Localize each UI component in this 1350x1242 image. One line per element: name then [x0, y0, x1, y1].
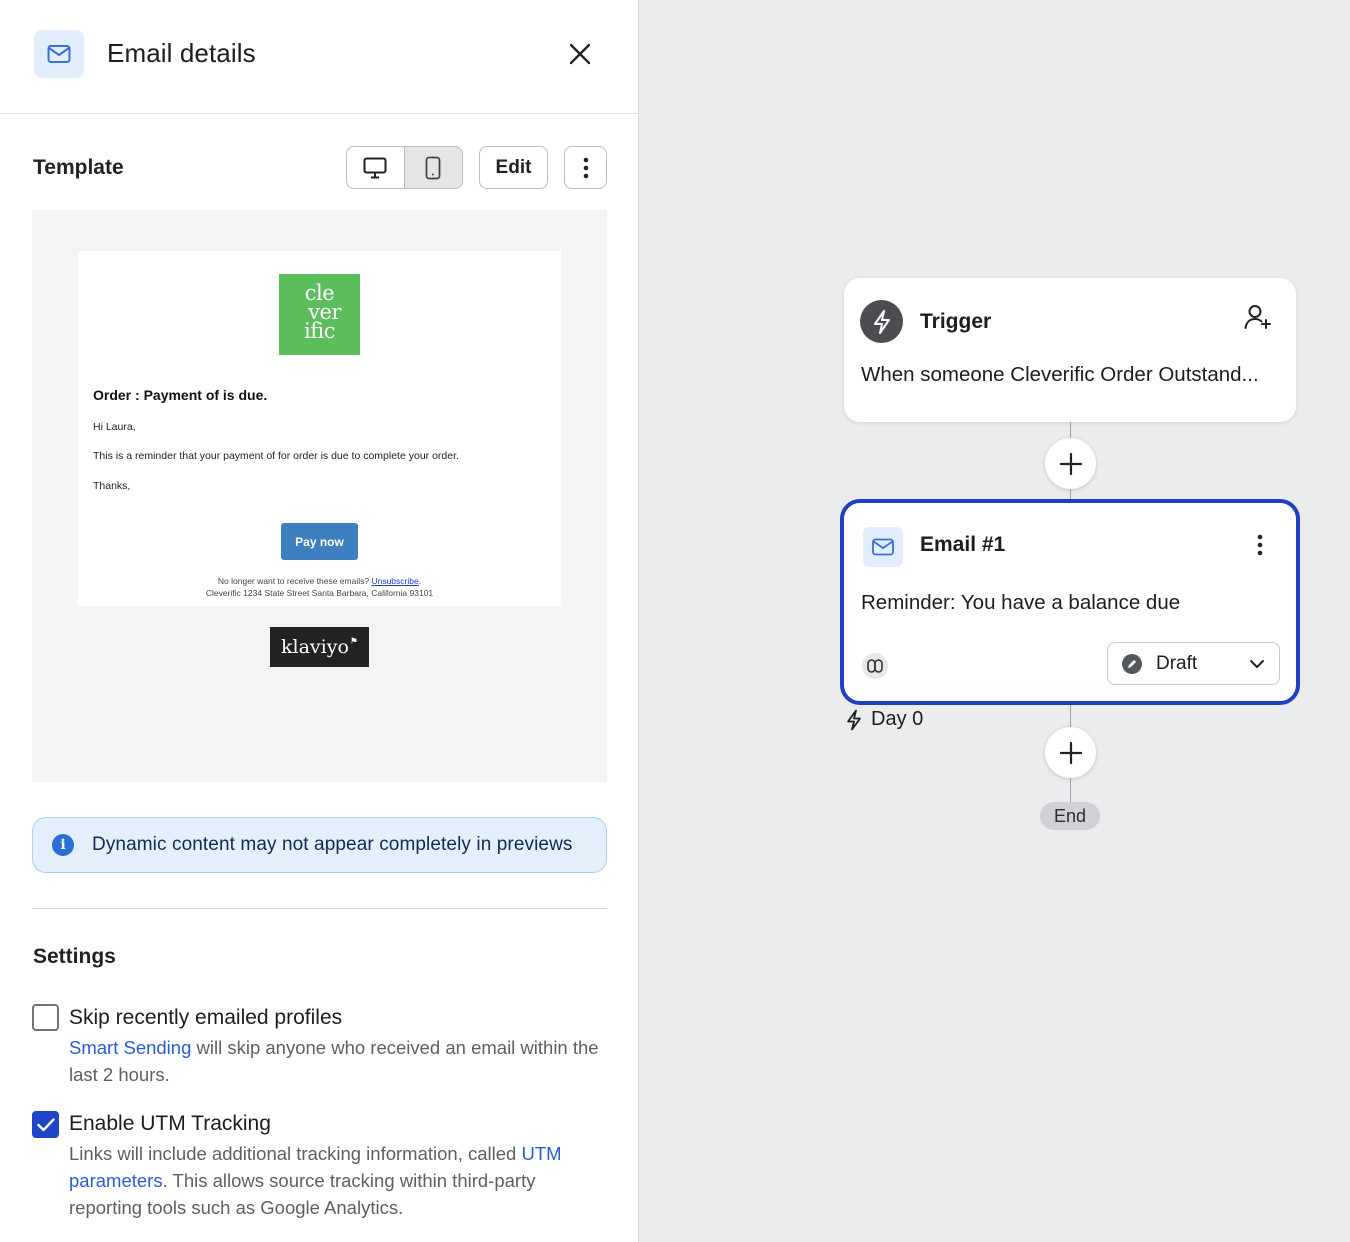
- email-node[interactable]: Email #1 Reminder: You have a balance du…: [840, 499, 1300, 705]
- unsubscribe-link[interactable]: Unsubscribe: [371, 576, 418, 586]
- info-banner: i Dynamic content may not appear complet…: [32, 817, 607, 873]
- connector-line: [1070, 705, 1071, 728]
- more-vertical-icon[interactable]: [564, 146, 607, 189]
- checkmark-icon: [36, 1117, 55, 1131]
- info-text: Dynamic content may not appear completel…: [92, 834, 573, 855]
- status-dropdown[interactable]: Draft: [1107, 642, 1280, 685]
- add-step-button[interactable]: [1045, 438, 1096, 489]
- lightning-icon: [860, 300, 903, 343]
- chevron-down-icon: [1250, 659, 1264, 668]
- email-closing: Thanks,: [93, 480, 131, 492]
- divider: [32, 908, 607, 909]
- trigger-title: Trigger: [920, 310, 992, 333]
- add-step-button[interactable]: [1045, 727, 1096, 778]
- email-address: Cleverific 1234 State Street Santa Barba…: [205, 588, 434, 598]
- pay-now-button[interactable]: Pay now: [281, 523, 358, 560]
- device-toggle: [346, 146, 463, 189]
- email-preview: cle ver ific Order : Payment of is due. …: [32, 210, 607, 782]
- skip-recent-description: Smart Sending will skip anyone who recei…: [69, 1037, 599, 1085]
- link-icon[interactable]: [862, 653, 888, 679]
- settings-label: Settings: [33, 945, 116, 968]
- status-value: Draft: [1156, 652, 1198, 674]
- template-label: Template: [33, 156, 124, 179]
- delay-label: Day 0: [845, 708, 923, 731]
- plus-icon: [1059, 741, 1082, 764]
- skip-recent-title: Skip recently emailed profiles: [69, 1006, 343, 1029]
- info-icon: i: [52, 834, 74, 856]
- email-body-text: This is a reminder that your payment of …: [93, 450, 459, 462]
- email-heading: Order : Payment of is due.: [93, 387, 268, 403]
- more-vertical-icon[interactable]: [1249, 530, 1271, 560]
- utm-tracking-description: Links will include additional tracking i…: [69, 1143, 562, 1218]
- smart-sending-link[interactable]: Smart Sending: [69, 1037, 191, 1058]
- klaviyo-badge: klaviyo ⚑: [270, 627, 369, 667]
- connector-line: [1070, 778, 1071, 803]
- panel-title: Email details: [107, 38, 256, 68]
- panel-header: Email details: [0, 0, 639, 114]
- connector-line: [1070, 422, 1071, 439]
- mobile-preview-button[interactable]: [405, 147, 463, 188]
- plus-icon: [1059, 452, 1082, 475]
- skip-recent-checkbox[interactable]: [32, 1004, 59, 1031]
- close-icon[interactable]: [566, 40, 594, 68]
- trigger-node[interactable]: Trigger When someone Cleverific Order Ou…: [844, 278, 1296, 422]
- draft-icon: [1122, 653, 1142, 674]
- email-footer: No longer want to receive these emails? …: [217, 576, 422, 586]
- lightning-icon: [847, 709, 861, 730]
- utm-tracking-checkbox[interactable]: [32, 1111, 59, 1138]
- email-body: cle ver ific Order : Payment of is due. …: [78, 251, 561, 606]
- email-greeting: Hi Laura,: [93, 421, 136, 433]
- edit-button[interactable]: Edit: [479, 146, 548, 189]
- desktop-icon: [363, 157, 387, 178]
- email-node-title: Email #1: [920, 533, 1006, 556]
- utm-tracking-title: Enable UTM Tracking: [69, 1112, 271, 1135]
- end-badge: End: [1040, 802, 1100, 830]
- email-node-subject: Reminder: You have a balance due: [861, 591, 1181, 614]
- add-person-icon[interactable]: [1244, 304, 1272, 335]
- trigger-description: When someone Cleverific Order Outstand..…: [861, 363, 1259, 386]
- mail-icon: [863, 527, 903, 567]
- brand-logo: cle ver ific: [279, 274, 360, 355]
- email-details-panel: Email details Template Edit cle ver ific…: [0, 0, 639, 1242]
- mail-icon: [34, 30, 84, 78]
- mobile-icon: [425, 156, 441, 179]
- desktop-preview-button[interactable]: [347, 147, 405, 188]
